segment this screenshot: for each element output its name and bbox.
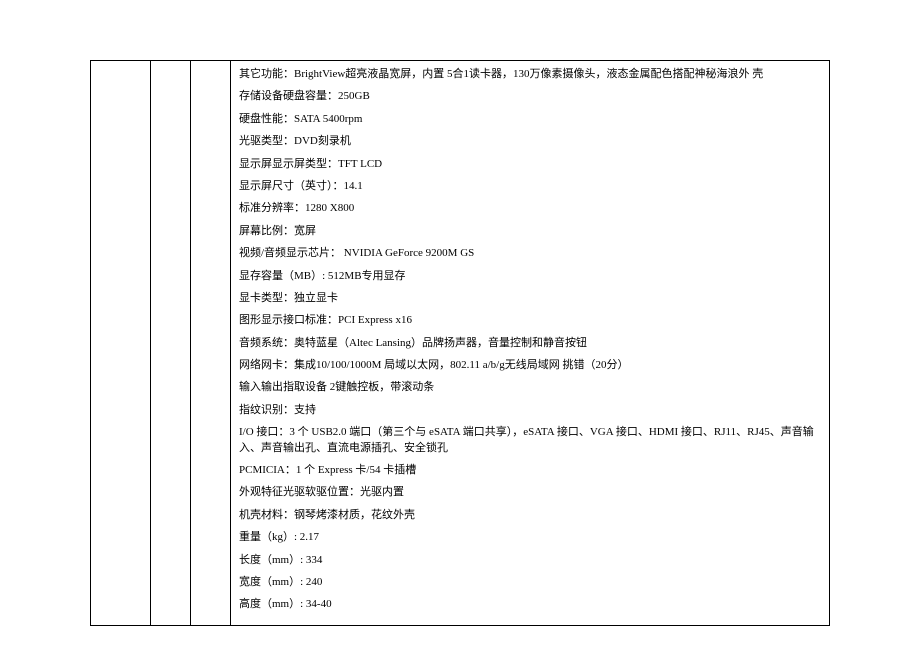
- spec-line: 光驱类型：DVD刻录机: [239, 134, 821, 149]
- spec-line: PCMICIA：1 个 Express 卡/54 卡插槽: [239, 463, 821, 478]
- spec-line: 硬盘性能：SATA 5400rpm: [239, 112, 821, 127]
- spec-line: 机壳材料：钢琴烤漆材质，花纹外壳: [239, 508, 821, 523]
- spec-line: 显卡类型：独立显卡: [239, 291, 821, 306]
- spec-line: I/O 接口：3 个 USB2.0 端口（第三个与 eSATA 端口共享），eS…: [239, 425, 821, 456]
- table-row: 其它功能：BrightView超亮液晶宽屏，内置 5合1读卡器，130万像素摄像…: [91, 61, 830, 626]
- spec-line: 存储设备硬盘容量：250GB: [239, 89, 821, 104]
- spec-line: 显存容量（MB）: 512MB专用显存: [239, 269, 821, 284]
- spec-line: 输入输出指取设备 2键触控板，带滚动条: [239, 380, 821, 395]
- spec-line: 屏幕比例：宽屏: [239, 224, 821, 239]
- spec-line: 其它功能：BrightView超亮液晶宽屏，内置 5合1读卡器，130万像素摄像…: [239, 67, 821, 82]
- spec-line: 指纹识别：支持: [239, 403, 821, 418]
- page-container: 其它功能：BrightView超亮液晶宽屏，内置 5合1读卡器，130万像素摄像…: [0, 0, 920, 646]
- spec-line: 图形显示接口标准：PCI Express x16: [239, 313, 821, 328]
- cell-col1: [91, 61, 151, 626]
- spec-line: 网络网卡：集成10/100/1000M 局域以太网，802.11 a/b/g无线…: [239, 358, 821, 373]
- spec-line: 重量（kg）: 2.17: [239, 530, 821, 545]
- spec-line: 显示屏显示屏类型：TFT LCD: [239, 157, 821, 172]
- spec-line: 音频系统：奥特蓝星（Altec Lansing）品牌扬声器，音量控制和静音按钮: [239, 336, 821, 351]
- spec-line: 外观特征光驱软驱位置：光驱内置: [239, 485, 821, 500]
- cell-col3: [191, 61, 231, 626]
- cell-specs: 其它功能：BrightView超亮液晶宽屏，内置 5合1读卡器，130万像素摄像…: [231, 61, 830, 626]
- spec-table: 其它功能：BrightView超亮液晶宽屏，内置 5合1读卡器，130万像素摄像…: [90, 60, 830, 626]
- spec-line: 高度（mm）: 34-40: [239, 597, 821, 612]
- spec-line: 显示屏尺寸（英寸）：14.1: [239, 179, 821, 194]
- spec-line: 视频/音频显示芯片： NVIDIA GeForce 9200M GS: [239, 246, 821, 261]
- spec-line: 宽度（mm）: 240: [239, 575, 821, 590]
- cell-col2: [151, 61, 191, 626]
- spec-line: 长度（mm）: 334: [239, 553, 821, 568]
- spec-line: 标准分辨率：1280 X800: [239, 201, 821, 216]
